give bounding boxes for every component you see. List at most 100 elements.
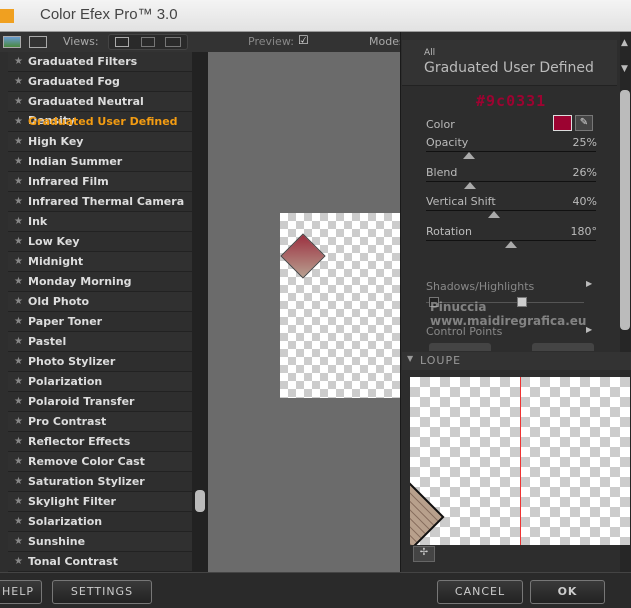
filter-item[interactable]: ★ High Key — [8, 132, 192, 152]
filter-item[interactable]: ★ Reflector Effects — [8, 432, 192, 452]
filter-name: Graduated User Defined — [424, 60, 594, 76]
settings-button[interactable]: SETTINGS — [52, 580, 152, 604]
control-points-label[interactable]: Control Points — [426, 325, 502, 338]
filter-item[interactable]: ★ Pro Contrast — [8, 412, 192, 432]
star-icon[interactable]: ★ — [14, 132, 23, 151]
preview-checkbox[interactable]: ☑ — [298, 33, 309, 47]
filter-item[interactable]: ★ Solarization — [8, 512, 192, 532]
star-icon[interactable]: ★ — [14, 552, 23, 571]
filter-item-label: Polarization — [28, 375, 103, 388]
star-icon[interactable]: ★ — [14, 312, 23, 331]
expand-shadows-icon[interactable]: ▶ — [586, 279, 592, 288]
star-icon[interactable]: ★ — [14, 512, 23, 531]
filter-item-label: Tonal Contrast — [28, 555, 118, 568]
star-icon[interactable]: ★ — [14, 532, 23, 551]
filter-item[interactable]: ★ Graduated Filters — [8, 52, 192, 72]
slider-track[interactable] — [426, 210, 596, 211]
filter-item[interactable]: ★ Polarization — [8, 372, 192, 392]
filter-item[interactable]: ★ Saturation Stylizer — [8, 472, 192, 492]
star-icon[interactable]: ★ — [14, 72, 23, 91]
star-icon[interactable]: ★ — [14, 472, 23, 491]
filter-list-scroll-thumb[interactable] — [195, 490, 205, 512]
control-point-button-2[interactable] — [532, 343, 594, 351]
preview-label: Preview: — [248, 35, 294, 48]
filter-item[interactable]: ★ Infrared Film — [8, 172, 192, 192]
collapse-loupe-icon[interactable]: ▼ — [407, 354, 414, 363]
filter-item-label: Ink — [28, 215, 48, 228]
ok-button[interactable]: OK — [530, 580, 605, 604]
filter-item[interactable]: ★ Ink — [8, 212, 192, 232]
loupe-label: LOUPE — [420, 354, 462, 367]
star-icon[interactable]: ★ — [14, 332, 23, 351]
view-split-button[interactable] — [141, 37, 155, 47]
shadows-highlights-label[interactable]: Shadows/Highlights — [426, 280, 534, 293]
star-icon[interactable]: ★ — [14, 212, 23, 231]
scroll-up-icon[interactable]: ▲ — [621, 38, 628, 48]
slider-track[interactable] — [426, 151, 596, 152]
filter-item[interactable]: ★ Photo Stylizer — [8, 352, 192, 372]
star-icon[interactable]: ★ — [14, 232, 23, 251]
slider-handle[interactable] — [464, 181, 477, 189]
filter-list: ★ Graduated Filters ★ Graduated Fog ★ Graduat… — [0, 52, 192, 572]
slider-handle[interactable] — [505, 240, 517, 248]
filter-item[interactable]: ★ Remove Color Cast — [8, 452, 192, 472]
filter-item-label: Sunshine — [28, 535, 86, 548]
star-icon[interactable]: ★ — [14, 352, 23, 371]
slider-label: Opacity — [426, 136, 469, 149]
star-icon[interactable]: ★ — [14, 152, 23, 171]
filter-item[interactable]: ★ Monday Morning — [8, 272, 192, 292]
loupe-diamond-detail — [410, 472, 458, 545]
scroll-down-icon[interactable]: ▼ — [621, 64, 628, 74]
slider-track[interactable] — [426, 180, 596, 182]
loupe-header[interactable]: ▼ LOUPE — [402, 352, 631, 370]
filter-item[interactable]: ★ Tonal Contrast — [8, 552, 192, 572]
filter-item-label: Indian Summer — [28, 155, 123, 168]
view-single-button[interactable] — [115, 37, 129, 47]
star-icon[interactable]: ★ — [14, 272, 23, 291]
filter-item[interactable]: ★ Indian Summer — [8, 152, 192, 172]
slider-handle[interactable] — [462, 152, 475, 159]
star-icon[interactable]: ★ — [14, 392, 23, 411]
cancel-button[interactable]: CANCEL — [437, 580, 523, 604]
panel-scroll-thumb[interactable] — [620, 90, 630, 330]
star-icon[interactable]: ★ — [14, 452, 23, 471]
filter-item-label: Infrared Thermal Camera — [28, 195, 185, 208]
help-button[interactable]: HELP — [0, 580, 42, 604]
filter-item[interactable]: ★ Graduated Fog — [8, 72, 192, 92]
filter-item[interactable]: ★ Old Photo — [8, 292, 192, 312]
eyedropper-icon[interactable]: ✎ — [575, 115, 593, 131]
star-icon[interactable]: ★ — [14, 112, 23, 131]
slider-handle[interactable] — [488, 211, 500, 218]
star-icon[interactable]: ★ — [14, 192, 23, 211]
star-icon[interactable]: ★ — [14, 52, 23, 71]
expand-control-points-icon[interactable]: ▶ — [586, 325, 592, 334]
filter-item[interactable]: ★ Pastel — [8, 332, 192, 352]
color-swatch[interactable] — [553, 115, 572, 131]
filter-item[interactable]: ★ Midnight — [8, 252, 192, 272]
star-icon[interactable]: ★ — [14, 412, 23, 431]
filter-item[interactable]: ★ Infrared Thermal Camera — [8, 192, 192, 212]
star-icon[interactable]: ★ — [14, 92, 23, 111]
filter-item[interactable]: ★ Low Key — [8, 232, 192, 252]
single-image-view-icon[interactable] — [3, 36, 21, 48]
filter-item-label: Reflector Effects — [28, 435, 131, 448]
filter-item[interactable]: ★ Graduated User Defined — [8, 112, 192, 132]
star-icon[interactable]: ★ — [14, 252, 23, 271]
star-icon[interactable]: ★ — [14, 432, 23, 451]
view-side-by-side-button[interactable] — [165, 37, 181, 47]
filter-item-label: Monday Morning — [28, 275, 132, 288]
filter-item[interactable]: ★ Skylight Filter — [8, 492, 192, 512]
filter-item[interactable]: ★ Sunshine — [8, 532, 192, 552]
filter-item[interactable]: ★ Graduated Neutral Density — [8, 92, 192, 127]
control-point-button-1[interactable] — [429, 343, 491, 351]
star-icon[interactable]: ★ — [14, 372, 23, 391]
star-icon[interactable]: ★ — [14, 492, 23, 511]
pin-loupe-icon[interactable]: ✢ — [413, 546, 435, 562]
slider-label: Rotation — [426, 224, 473, 238]
star-icon[interactable]: ★ — [14, 172, 23, 191]
filter-item[interactable]: ★ Polaroid Transfer — [8, 392, 192, 412]
grid-view-icon[interactable] — [29, 36, 47, 48]
star-icon[interactable]: ★ — [14, 292, 23, 311]
panel-header: All Graduated User Defined — [402, 40, 617, 86]
filter-item[interactable]: ★ Paper Toner — [8, 312, 192, 332]
